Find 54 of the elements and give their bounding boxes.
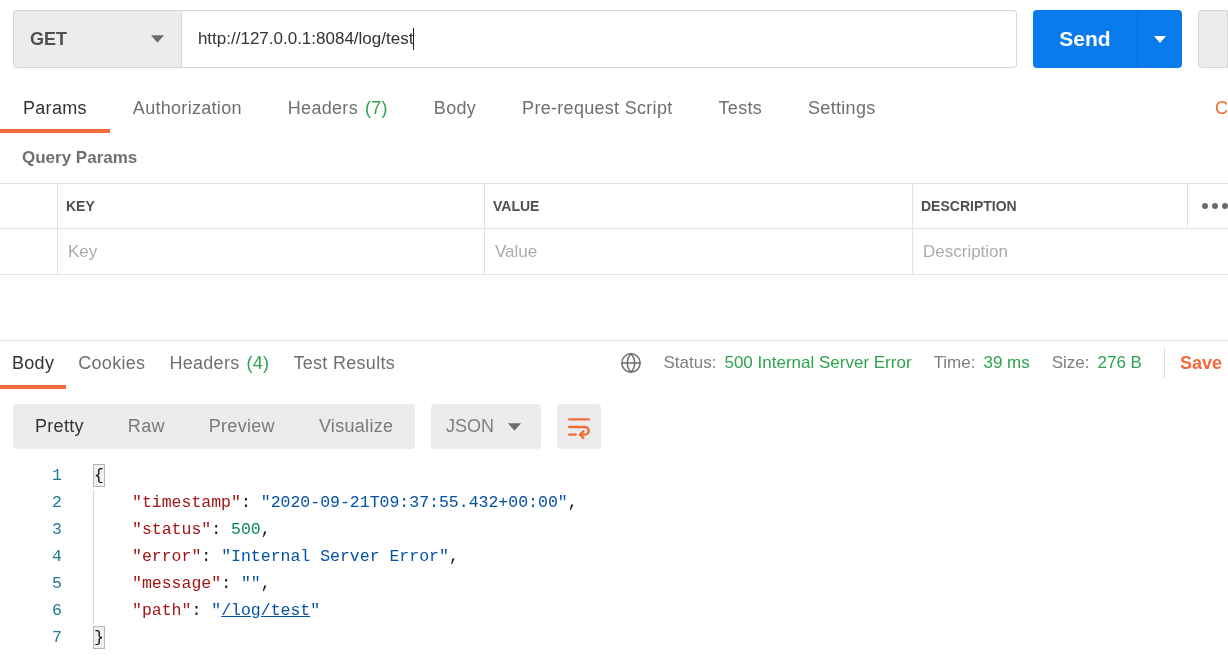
table-input-field[interactable]: Key bbox=[58, 229, 484, 274]
line-number: 1 bbox=[51, 465, 62, 488]
request-tab[interactable]: Params bbox=[0, 88, 110, 133]
line-number: 7 bbox=[51, 627, 62, 650]
code-line: "status": 500, bbox=[132, 519, 271, 542]
section-title: Query Params bbox=[22, 147, 138, 170]
caret-down-icon bbox=[1154, 35, 1166, 43]
send-button[interactable]: Send bbox=[1033, 10, 1137, 68]
caret-down-icon bbox=[508, 422, 521, 431]
caret-down-icon bbox=[150, 35, 164, 43]
stat-value: 39 ms bbox=[983, 352, 1030, 375]
response-tab[interactable]: Headers (4) bbox=[157, 341, 282, 389]
globe-icon[interactable] bbox=[619, 352, 642, 374]
request-tab[interactable]: Tests bbox=[695, 88, 786, 133]
request-tab[interactable]: Authorization bbox=[109, 88, 265, 133]
wrap-lines-button[interactable] bbox=[557, 404, 601, 449]
line-number: 4 bbox=[51, 546, 62, 569]
request-tab[interactable]: Body bbox=[410, 88, 500, 133]
format-dropdown[interactable]: JSON bbox=[431, 404, 541, 449]
response-tab[interactable]: Cookies bbox=[66, 341, 158, 389]
line-number: 6 bbox=[51, 600, 62, 623]
view-mode-tab[interactable]: Visualize bbox=[296, 404, 416, 449]
view-mode-tab[interactable]: Preview bbox=[186, 404, 297, 449]
stat-label: Size: bbox=[1051, 352, 1090, 375]
stat-label: Status: bbox=[663, 352, 717, 375]
column-header: DESCRIPTION bbox=[921, 196, 1017, 216]
method-dropdown[interactable]: GET bbox=[13, 10, 182, 68]
send-options-button[interactable] bbox=[1137, 10, 1182, 68]
column-header: VALUE bbox=[493, 196, 540, 216]
code-line: "message": "", bbox=[132, 573, 271, 596]
code-line: "timestamp": "2020-09-21T09:37:55.432+00:00", bbox=[132, 492, 578, 515]
stat-value: 276 B bbox=[1097, 352, 1142, 375]
request-tab[interactable]: Pre-request Script bbox=[499, 88, 696, 133]
url-field[interactable]: http://127.0.0.1:8084/log/test bbox=[181, 10, 1017, 68]
code-line: "error": "Internal Server Error", bbox=[132, 546, 459, 569]
request-tab[interactable]: Settings bbox=[785, 88, 899, 133]
view-mode-tab[interactable]: Pretty bbox=[13, 404, 106, 449]
request-tab[interactable]: Headers (7) bbox=[264, 88, 411, 133]
stat-label: Time: bbox=[933, 352, 976, 375]
path-link[interactable]: /log/test bbox=[221, 601, 311, 621]
table-input-field[interactable]: Description bbox=[913, 229, 1228, 274]
response-tab[interactable]: Test Results bbox=[281, 341, 408, 389]
column-header: KEY bbox=[66, 196, 95, 216]
save-button[interactable]: Save bbox=[1179, 349, 1222, 377]
line-number: 3 bbox=[51, 519, 62, 542]
more-icon[interactable] bbox=[1202, 203, 1228, 209]
line-number: 2 bbox=[51, 492, 62, 515]
table-input-field[interactable]: Value bbox=[485, 229, 912, 274]
stat-value: 500 Internal Server Error bbox=[724, 352, 912, 375]
partial-link[interactable]: C bbox=[1215, 88, 1228, 133]
code-line: "path": "/log/test" bbox=[132, 600, 321, 623]
line-number: 5 bbox=[51, 573, 62, 596]
response-tab[interactable]: Body bbox=[0, 341, 67, 389]
view-mode-tab[interactable]: Raw bbox=[105, 404, 187, 449]
